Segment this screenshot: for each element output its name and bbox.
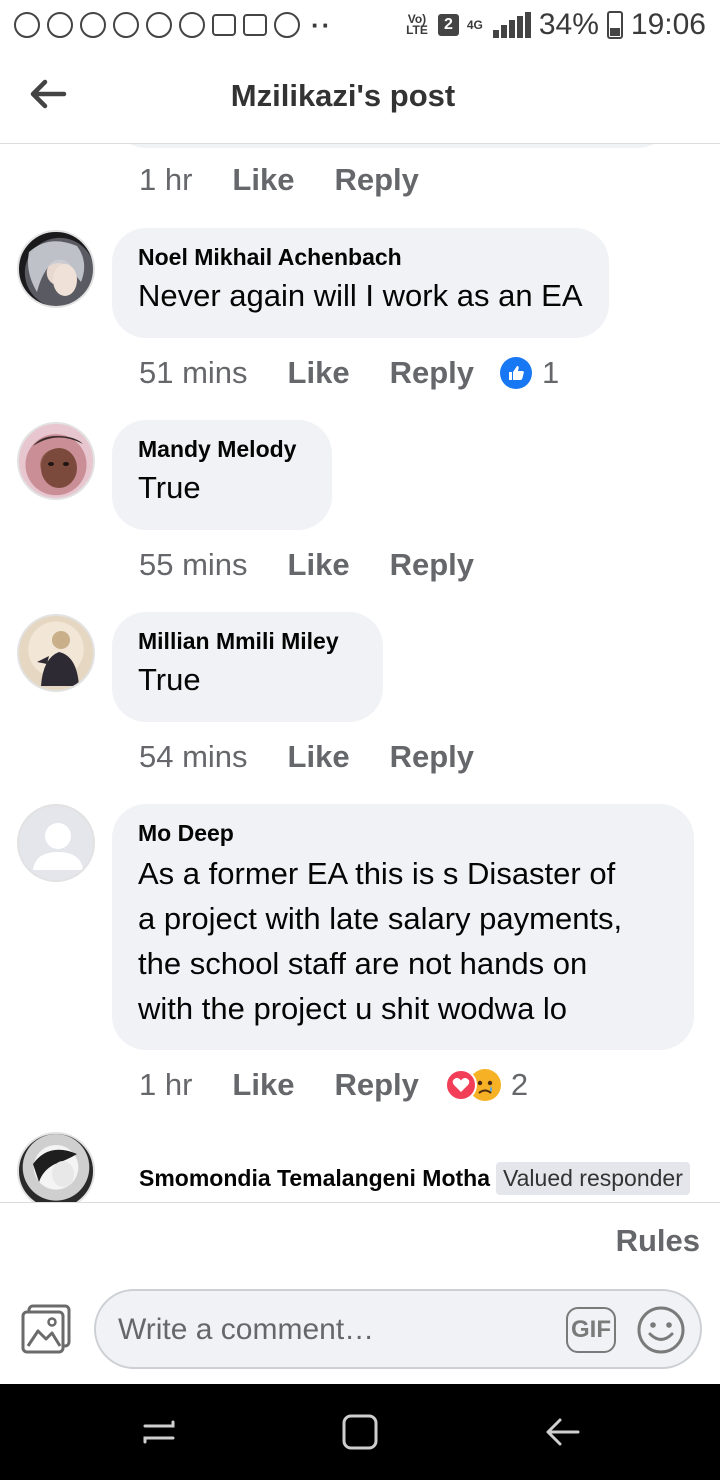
valued-responder-badge: Valued responder — [496, 1162, 690, 1195]
recent-apps-icon — [143, 1420, 175, 1444]
comment-text-line: a project with late salary payments, — [138, 901, 623, 936]
avatar[interactable] — [17, 1132, 95, 1202]
reactions-summary[interactable]: 2 — [444, 1067, 529, 1103]
reply-button[interactable]: Reply — [334, 162, 418, 198]
like-button[interactable]: Like — [232, 1067, 294, 1103]
comment-text: True — [138, 662, 201, 697]
comment-composer: Rules Write a comment… GIF — [0, 1202, 720, 1384]
comment-time: 55 mins — [139, 547, 248, 582]
comment-time: 1 hr — [139, 1067, 193, 1102]
rules-link[interactable]: Rules — [616, 1223, 700, 1259]
avatar[interactable] — [17, 614, 95, 692]
comment-author[interactable]: Mo Deep — [138, 820, 668, 847]
recent-apps-button[interactable] — [137, 1412, 181, 1452]
comment-text-line: the school staff are not hands on — [138, 946, 588, 981]
reply-button[interactable]: Reply — [334, 1067, 418, 1103]
battery-icon — [606, 11, 623, 39]
comment-text-line: with the project u shit wodwa lo — [138, 991, 568, 1026]
emoji-button[interactable] — [636, 1305, 686, 1355]
comment-author[interactable]: Mandy Melody — [138, 436, 306, 463]
smiley-icon — [637, 1306, 685, 1354]
comments-list[interactable]: 1 hr Like Reply Noel Mikhail Achenbach N… — [0, 144, 720, 1202]
comment-input-placeholder: Write a comment… — [118, 1313, 375, 1346]
comment-actions: 54 mins Like Reply — [139, 739, 514, 775]
comment-time: 54 mins — [139, 739, 248, 774]
comment-text: Never again will I work as an EA — [138, 278, 583, 313]
comment-actions: 55 mins Like Reply — [139, 547, 514, 583]
recycle-icon — [179, 12, 205, 38]
sim-indicator: 2 — [437, 14, 459, 36]
comment-actions: 1 hr Like Reply — [139, 162, 459, 198]
photo-icon — [21, 1304, 71, 1354]
avatar-image — [28, 241, 85, 296]
home-icon — [342, 1414, 378, 1450]
home-button[interactable] — [338, 1412, 382, 1452]
reaction-count: 1 — [542, 355, 560, 390]
signal-icon — [491, 12, 531, 38]
comment-text: True — [138, 470, 201, 505]
comment-bubble[interactable]: Mandy Melody True — [112, 420, 332, 530]
comment-time: 51 mins — [139, 355, 248, 390]
recycle-icon — [146, 12, 172, 38]
comment-author[interactable]: Smomondia Temalangeni Motha — [139, 1165, 490, 1191]
clock: 19:06 — [630, 8, 706, 41]
status-bar: ·· Vo) LTE 2 4G 34% 19:06 — [0, 0, 720, 50]
back-arrow-icon — [546, 1418, 580, 1446]
volte-indicator: Vo) LTE — [406, 12, 428, 37]
network-type: 4G — [466, 17, 483, 32]
more-notifications-icon: ·· — [311, 9, 333, 40]
comment-author[interactable]: Millian Mmili Miley — [138, 628, 357, 655]
comment-bubble[interactable]: Noel Mikhail Achenbach Never again will … — [112, 228, 609, 338]
missed-call-icon — [212, 14, 236, 36]
system-navigation-bar — [0, 1384, 720, 1480]
page-title: Mzilikazi's post — [230, 78, 456, 113]
comment-bubble[interactable]: Millian Mmili Miley True — [112, 612, 383, 722]
like-button[interactable]: Like — [288, 739, 350, 775]
reply-button[interactable]: Reply — [390, 355, 474, 391]
comment-actions: 51 mins Like Reply 1 — [139, 355, 559, 391]
comment-bubble[interactable]: Mo Deep As a former EA this is s Disaste… — [112, 804, 694, 1050]
avatar-image — [37, 631, 79, 686]
whatsapp-icon — [14, 12, 40, 38]
facebook-icon — [47, 12, 73, 38]
reply-button[interactable]: Reply — [390, 547, 474, 583]
default-avatar-icon — [33, 823, 83, 870]
top-app-bar: Mzilikazi's post — [0, 50, 720, 144]
image-icon — [243, 14, 267, 36]
comment-actions: 1 hr Like Reply 2 — [139, 1067, 528, 1103]
avatar[interactable] — [17, 804, 95, 882]
back-nav-button[interactable] — [540, 1412, 584, 1452]
avatar[interactable] — [17, 230, 95, 308]
comment-bubble-partial — [112, 144, 672, 148]
notification-icons: ·· — [14, 10, 332, 41]
gif-button[interactable]: GIF — [566, 1307, 616, 1353]
avatar[interactable] — [17, 422, 95, 500]
reactions-summary[interactable]: 1 — [500, 355, 559, 391]
comment-author-row: Smomondia Temalangeni Motha Valued respon… — [139, 1162, 690, 1195]
comment-input[interactable]: Write a comment… GIF — [94, 1289, 702, 1369]
comment-text-line: As a former EA this is s Disaster of — [138, 856, 616, 891]
like-button[interactable]: Like — [288, 355, 350, 391]
like-button[interactable]: Like — [288, 547, 350, 583]
reply-button[interactable]: Reply — [390, 739, 474, 775]
comment-time: 1 hr — [139, 162, 193, 197]
recycle-icon — [113, 12, 139, 38]
like-reaction-icon — [500, 357, 532, 389]
facebook-icon — [80, 12, 106, 38]
battery-percent: 34% — [538, 8, 599, 41]
avatar-image — [33, 436, 83, 488]
comment-author[interactable]: Noel Mikhail Achenbach — [138, 244, 583, 271]
comment-text: As a former EA this is s Disaster of a p… — [138, 851, 668, 1031]
add-photo-button[interactable] — [20, 1303, 72, 1355]
love-reaction-icon — [444, 1069, 477, 1101]
like-button[interactable]: Like — [232, 162, 294, 198]
download-icon — [274, 12, 300, 38]
reaction-count: 2 — [510, 1067, 529, 1102]
avatar-image — [33, 1149, 77, 1187]
